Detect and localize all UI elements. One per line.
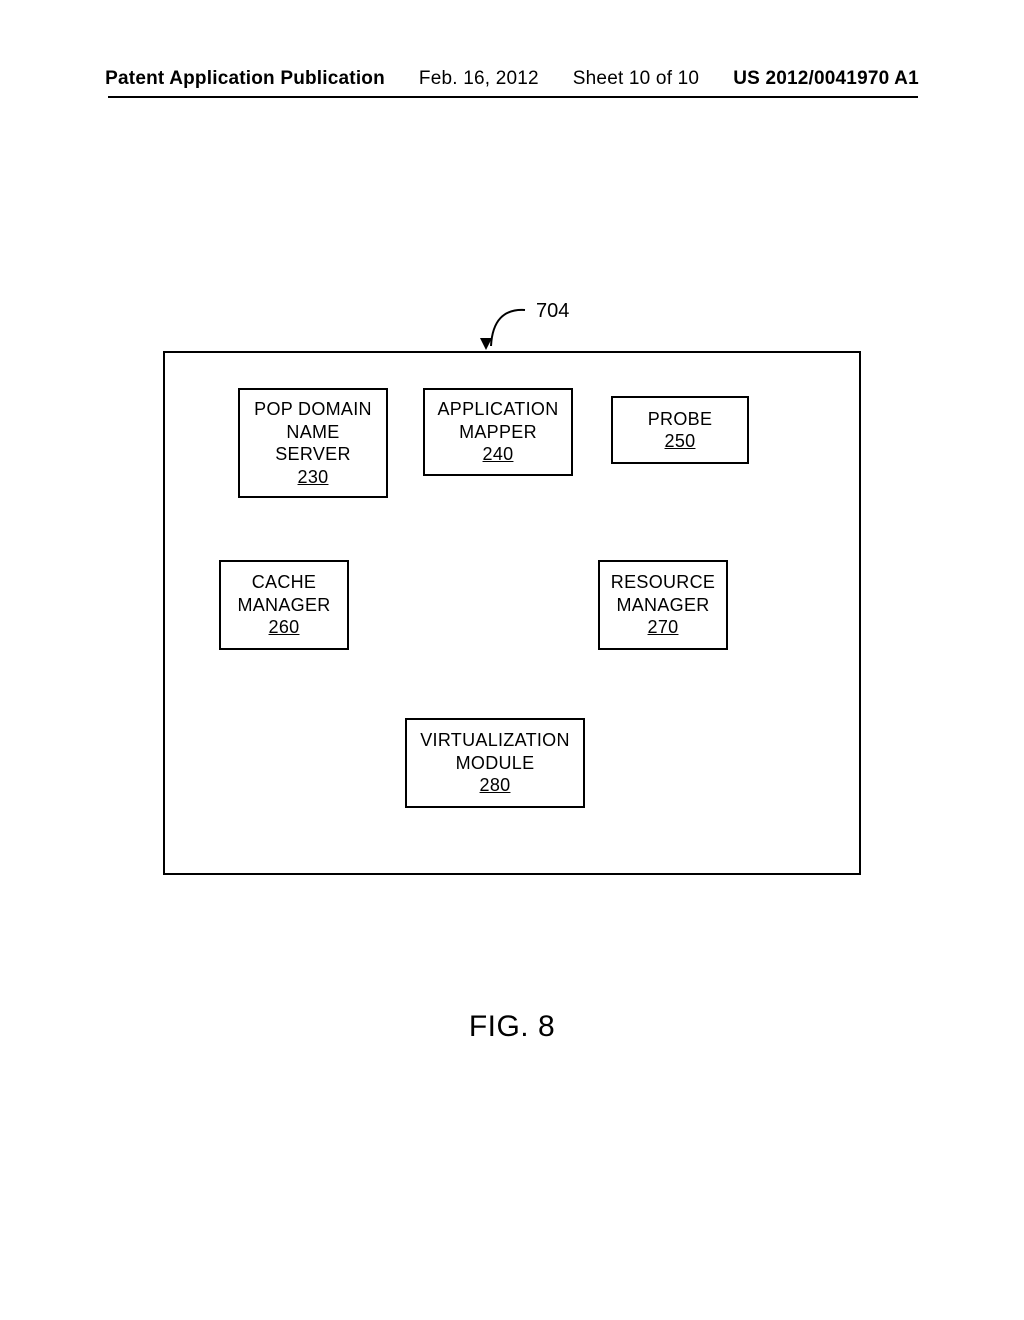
header-rule	[108, 96, 918, 98]
module-label-line: SERVER	[275, 443, 351, 466]
module-label-line: RESOURCE	[611, 571, 715, 594]
module-label-line: MANAGER	[237, 594, 330, 617]
header-date: Feb. 16, 2012	[419, 68, 539, 90]
module-cache-manager: CACHE MANAGER 260	[219, 560, 349, 650]
module-label-line: PROBE	[648, 408, 713, 431]
header-sheet: Sheet 10 of 10	[573, 68, 699, 90]
module-ref-num: 230	[298, 466, 329, 489]
arrowhead-icon	[480, 338, 492, 350]
module-ref-num: 250	[665, 430, 696, 453]
module-resource-manager: RESOURCE MANAGER 270	[598, 560, 728, 650]
module-ref-num: 260	[269, 616, 300, 639]
module-label-line: MANAGER	[616, 594, 709, 617]
module-label-line: CACHE	[252, 571, 317, 594]
module-label-line: APPLICATION	[438, 398, 559, 421]
module-ref-num: 270	[648, 616, 679, 639]
module-label-line: MAPPER	[459, 421, 537, 444]
module-label-line: POP DOMAIN	[254, 398, 372, 421]
module-probe: PROBE 250	[611, 396, 749, 464]
header-docnum: US 2012/0041970 A1	[733, 68, 919, 90]
page-header: Patent Application Publication Feb. 16, …	[0, 68, 1024, 90]
module-label-line: VIRTUALIZATION	[420, 729, 570, 752]
module-virtualization-module: VIRTUALIZATION MODULE 280	[405, 718, 585, 808]
module-ref-num: 240	[483, 443, 514, 466]
module-ref-num: 280	[480, 774, 511, 797]
figure-caption: FIG. 8	[0, 1010, 1024, 1044]
module-label-line: MODULE	[456, 752, 535, 775]
module-pop-domain-name-server: POP DOMAIN NAME SERVER 230	[238, 388, 388, 498]
module-application-mapper: APPLICATION MAPPER 240	[423, 388, 573, 476]
reference-numeral: 704	[536, 300, 569, 323]
module-label-line: NAME	[286, 421, 339, 444]
header-publication: Patent Application Publication	[105, 68, 385, 90]
